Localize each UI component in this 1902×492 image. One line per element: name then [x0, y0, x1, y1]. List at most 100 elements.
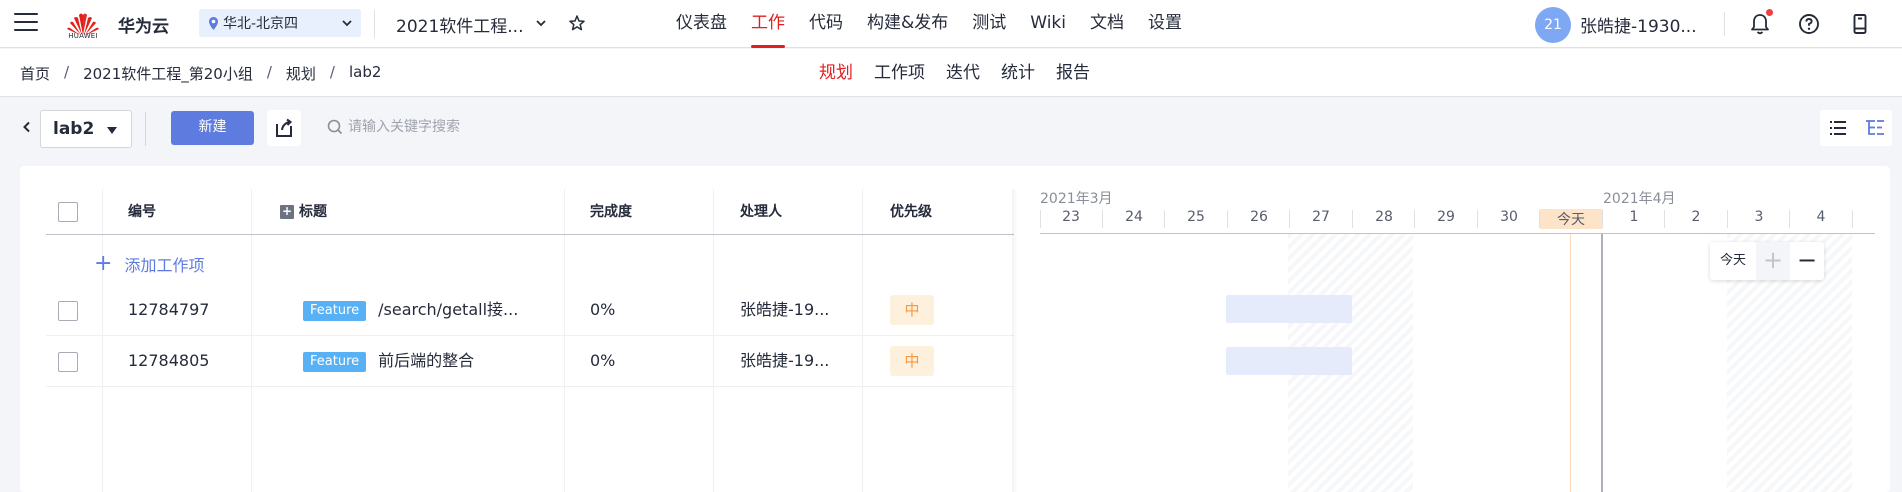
gantt-day: 1 [1629, 209, 1639, 225]
gantt-day: 2 [1691, 209, 1701, 225]
work-item-assignee[interactable]: 张皓捷-19... [740, 285, 829, 335]
select-all-checkbox[interactable] [58, 202, 78, 222]
nav-work[interactable]: 工作 [751, 0, 785, 48]
today-button[interactable]: 今天 [1710, 242, 1756, 280]
divider [374, 10, 375, 38]
gantt-day: 26 [1250, 209, 1268, 225]
tab-statistics[interactable]: 统计 [1001, 49, 1035, 97]
tab-iterations[interactable]: 迭代 [946, 49, 980, 97]
breadcrumb-planning[interactable]: 规划 [286, 63, 316, 84]
iteration-label: lab2 [53, 119, 95, 139]
header-id[interactable]: 编号 [128, 189, 156, 235]
gantt-day: 25 [1187, 209, 1205, 225]
work-item-title[interactable]: /search/getall接... [378, 300, 518, 319]
work-item-progress: 0% [590, 300, 616, 319]
zoom-out-button[interactable]: − [1790, 242, 1824, 280]
work-item-id: 12784797 [128, 300, 210, 319]
tab-reports[interactable]: 报告 [1056, 49, 1090, 97]
gantt-month-label: 2021年3月 [1040, 191, 1113, 207]
nav-code[interactable]: 代码 [809, 0, 843, 48]
nav-dashboard[interactable]: 仪表盘 [676, 0, 727, 48]
list-icon [1830, 121, 1846, 135]
nav-build-release[interactable]: 构建&发布 [867, 0, 948, 48]
new-button[interactable]: 新建 [171, 111, 254, 145]
huawei-logo-text: HUAWEI [68, 32, 98, 40]
region-selector[interactable]: 华北-北京四 [199, 9, 361, 37]
gantt-view-button[interactable] [1856, 110, 1892, 146]
username[interactable]: 张皓捷-1930... [1580, 12, 1697, 37]
table-row[interactable]: 12784797 Feature/search/getall接... 0% 张皓… [46, 285, 1014, 336]
tab-planning[interactable]: 规划 [819, 49, 853, 97]
menu-icon[interactable] [14, 13, 38, 33]
gantt-tick [1477, 210, 1478, 228]
header-priority[interactable]: 优先级 [890, 189, 932, 235]
expand-all-icon[interactable]: + [280, 205, 294, 219]
location-pin-icon [209, 16, 218, 30]
search-input[interactable] [348, 112, 648, 142]
mobile-app-icon[interactable] [1848, 12, 1872, 36]
main-nav: 仪表盘 工作 代码 构建&发布 测试 Wiki 文档 设置 [676, 0, 1206, 48]
gantt-tick [1789, 210, 1790, 228]
divider [1724, 12, 1725, 36]
iteration-select[interactable]: lab2 [40, 110, 132, 148]
gantt-month-label: 2021年4月 [1603, 191, 1676, 207]
help-icon[interactable] [1797, 12, 1821, 36]
header-assignee[interactable]: 处理人 [740, 189, 782, 235]
breadcrumb-separator: / [266, 63, 272, 81]
gantt-day: 4 [1816, 209, 1826, 225]
tab-work-items[interactable]: 工作项 [874, 49, 925, 97]
breadcrumb-project[interactable]: 2021软件工程_第20小组 [83, 63, 253, 84]
nav-settings[interactable]: 设置 [1148, 0, 1182, 48]
gantt-day: 3 [1754, 209, 1764, 225]
header-title[interactable]: + 标题 [280, 189, 327, 235]
gantt-day: 23 [1062, 209, 1080, 225]
star-icon[interactable] [568, 14, 586, 32]
nav-test[interactable]: 测试 [972, 0, 1006, 48]
gantt-task-bar[interactable] [1226, 295, 1352, 323]
gantt-tick [1040, 210, 1041, 228]
gantt-day: 27 [1312, 209, 1330, 225]
gantt-task-bar[interactable] [1226, 347, 1352, 375]
list-view-button[interactable] [1820, 110, 1856, 146]
search-icon [327, 119, 343, 135]
gantt-day: 30 [1500, 209, 1518, 225]
work-item-title-cell: Feature/search/getall接... [303, 285, 603, 335]
chevron-down-icon[interactable] [535, 17, 547, 29]
add-work-item-label: 添加工作项 [124, 256, 205, 275]
header-title-label: 标题 [299, 204, 327, 220]
import-button[interactable] [267, 110, 301, 146]
add-work-item-button[interactable]: + 添加工作项 [94, 252, 204, 276]
gantt-day: 29 [1437, 209, 1455, 225]
nav-docs[interactable]: 文档 [1090, 0, 1124, 48]
chevron-left-icon[interactable] [20, 120, 34, 134]
priority-badge[interactable]: 中 [890, 346, 934, 376]
feature-tag: Feature [303, 300, 367, 321]
row-checkbox[interactable] [58, 301, 78, 321]
gantt-tick [1289, 210, 1290, 228]
avatar[interactable]: 21 [1535, 7, 1571, 43]
nav-wiki[interactable]: Wiki [1030, 0, 1066, 48]
chevron-down-icon [342, 20, 352, 27]
breadcrumb-separator: / [64, 63, 70, 81]
work-item-id: 12784805 [128, 351, 210, 370]
work-item-title-cell: Feature 前后端的整合 [303, 336, 603, 386]
breadcrumb: 首页 / 2021软件工程_第20小组 / 规划 / lab2 [20, 63, 381, 84]
header-progress[interactable]: 完成度 [590, 189, 632, 235]
gantt-controls: 今天 + − [1710, 242, 1824, 280]
row-checkbox[interactable] [58, 352, 78, 372]
project-selector[interactable]: 2021软件工程... [396, 12, 523, 37]
caret-down-icon [107, 127, 117, 134]
gantt-tick [1352, 210, 1353, 228]
work-item-title[interactable]: 前后端的整合 [378, 351, 474, 370]
sub-tabs: 规划 工作项 迭代 统计 报告 [819, 49, 1111, 97]
table-header: 编号 + 标题 完成度 处理人 优先级 [46, 189, 1014, 235]
gantt-day: 28 [1375, 209, 1393, 225]
breadcrumb-home[interactable]: 首页 [20, 63, 50, 84]
top-navigation-bar: HUAWEI 华为云 华北-北京四 2021软件工程... 仪表盘 工作 代码 … [0, 0, 1902, 48]
priority-badge[interactable]: 中 [890, 295, 934, 325]
table-row[interactable]: 12784805 Feature 前后端的整合 0% 张皓捷-19... 中 [46, 336, 1014, 387]
region-label: 华北-北京四 [223, 16, 299, 32]
work-item-assignee[interactable]: 张皓捷-19... [740, 336, 829, 386]
zoom-in-button[interactable]: + [1756, 242, 1790, 280]
brand-name[interactable]: 华为云 [118, 12, 169, 37]
